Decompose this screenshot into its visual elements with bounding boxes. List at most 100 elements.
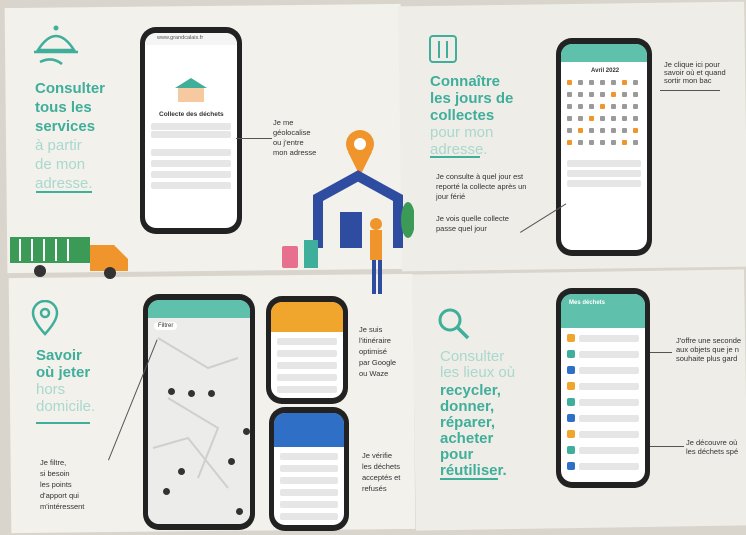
- callout-line: par Google: [359, 358, 397, 367]
- address-row: [151, 171, 231, 178]
- phone-geoloc: www.grandcalais.fr Collecte des déchets: [140, 27, 242, 234]
- callout-line: si besoin: [40, 469, 70, 478]
- calendar-month: Avril 2022: [591, 68, 620, 74]
- calendar-day: [589, 80, 594, 85]
- calendar-day: [622, 92, 627, 97]
- calendar-day: [633, 104, 638, 109]
- list-item-icon: [567, 462, 575, 470]
- calendar-day: [578, 140, 583, 145]
- callout-line: d'apport qui: [40, 491, 79, 500]
- calendar-day: [567, 92, 572, 97]
- callout-line: passe quel jour: [436, 224, 487, 233]
- map-marker: [228, 458, 235, 465]
- calendar-day: [600, 116, 605, 121]
- list-item-icon: [567, 334, 575, 342]
- loupe-icon: [438, 308, 470, 340]
- list-item-icon: [567, 382, 575, 390]
- calendar-day: [567, 128, 572, 133]
- callout-line: Je suis: [359, 325, 383, 334]
- subheading-line: les lieux où: [440, 364, 516, 381]
- subheading-line: de mon: [35, 156, 86, 173]
- filter-chip: Filtrer: [154, 322, 178, 330]
- phone-map-screen: Filtrer: [148, 300, 250, 524]
- accepted-row: [280, 501, 338, 508]
- poubelles-icon: [429, 35, 457, 63]
- callout-line: jour férié: [436, 192, 466, 201]
- accepted-row: [280, 477, 338, 484]
- calendar-day: [622, 128, 627, 133]
- calendar-day: [600, 80, 605, 85]
- phone-itinerary-screen: [271, 302, 343, 398]
- calendar-day: [633, 80, 638, 85]
- heading-line: donner,: [440, 398, 495, 415]
- list-item-row: [579, 383, 639, 390]
- calendar-day: [600, 92, 605, 97]
- callout-line: les déchets spé: [686, 447, 739, 456]
- callout-leader: [236, 138, 272, 139]
- list-item-row: [579, 447, 639, 454]
- calendar-day: [622, 104, 627, 109]
- callout-line: aux objets que je n: [676, 345, 739, 354]
- callout-line: acceptés et: [362, 473, 401, 482]
- accepted-row: [280, 513, 338, 520]
- subheading-line: adresse.: [35, 175, 93, 192]
- heading-line: Consulter: [35, 80, 106, 97]
- calendar-day: [589, 140, 594, 145]
- address-row: [151, 160, 231, 167]
- underline: [36, 191, 92, 193]
- map-marker: [208, 390, 215, 397]
- calendar-day: [589, 92, 594, 97]
- list-item-row: [579, 415, 639, 422]
- address-row: [151, 149, 231, 156]
- itinerary-row: [277, 350, 337, 357]
- itinerary-header: [271, 302, 343, 332]
- cloche-icon: [34, 25, 78, 66]
- map-area: Filtrer: [148, 318, 250, 524]
- underline: [36, 422, 90, 424]
- heading-line: Savoir: [36, 347, 82, 364]
- calendar-day: [611, 80, 616, 85]
- list-item-row: [579, 399, 639, 406]
- calendar-day: [611, 116, 616, 121]
- heading-line: tous les: [35, 99, 92, 116]
- map-marker: [188, 390, 195, 397]
- map-marker: [163, 488, 170, 495]
- callout-line: optimisé: [359, 347, 387, 356]
- calendar-day: [622, 80, 627, 85]
- itinerary-row: [277, 362, 337, 369]
- map-marker: [236, 508, 243, 515]
- calendar-day: [567, 140, 572, 145]
- callout-leader: [650, 352, 672, 353]
- callout-line: Je vois quelle collecte: [436, 214, 509, 223]
- map-marker: [168, 388, 175, 395]
- heading-line: Connaître: [430, 73, 501, 90]
- map-marker: [178, 468, 185, 475]
- map-marker: [243, 428, 250, 435]
- list-item-icon: [567, 350, 575, 358]
- legend-row: [567, 180, 641, 187]
- callout-line: Je découvre où: [686, 438, 738, 447]
- itinerary-row: [277, 386, 337, 393]
- subheading-line: pour mon: [430, 124, 494, 141]
- phone-itinerary: [266, 296, 348, 404]
- list-item-row: [579, 335, 639, 342]
- calendar-day: [567, 80, 572, 85]
- accepted-row: [280, 465, 338, 472]
- list-item-row: [579, 463, 639, 470]
- camion-icon: [10, 237, 128, 279]
- calendar-day: [578, 80, 583, 85]
- callout-line: refusés: [362, 484, 387, 493]
- phone-calendar: Avril 2022: [556, 38, 652, 256]
- heading-line: réparer,: [440, 414, 496, 431]
- callout-geoloc-line: Je me: [273, 118, 294, 127]
- subheading-line: hors: [36, 381, 66, 398]
- phone-geoloc-screen: www.grandcalais.fr Collecte des déchets: [145, 33, 237, 228]
- list-item-icon: [567, 446, 575, 454]
- calendar-day: [611, 92, 616, 97]
- calendar-day: [600, 140, 605, 145]
- calendar-day: [600, 128, 605, 133]
- phone-map: Filtrer: [143, 294, 255, 530]
- callout-line: m'intéressent: [40, 502, 85, 511]
- callout-line: les points: [40, 480, 72, 489]
- phone-title: Mes déchets: [569, 300, 606, 306]
